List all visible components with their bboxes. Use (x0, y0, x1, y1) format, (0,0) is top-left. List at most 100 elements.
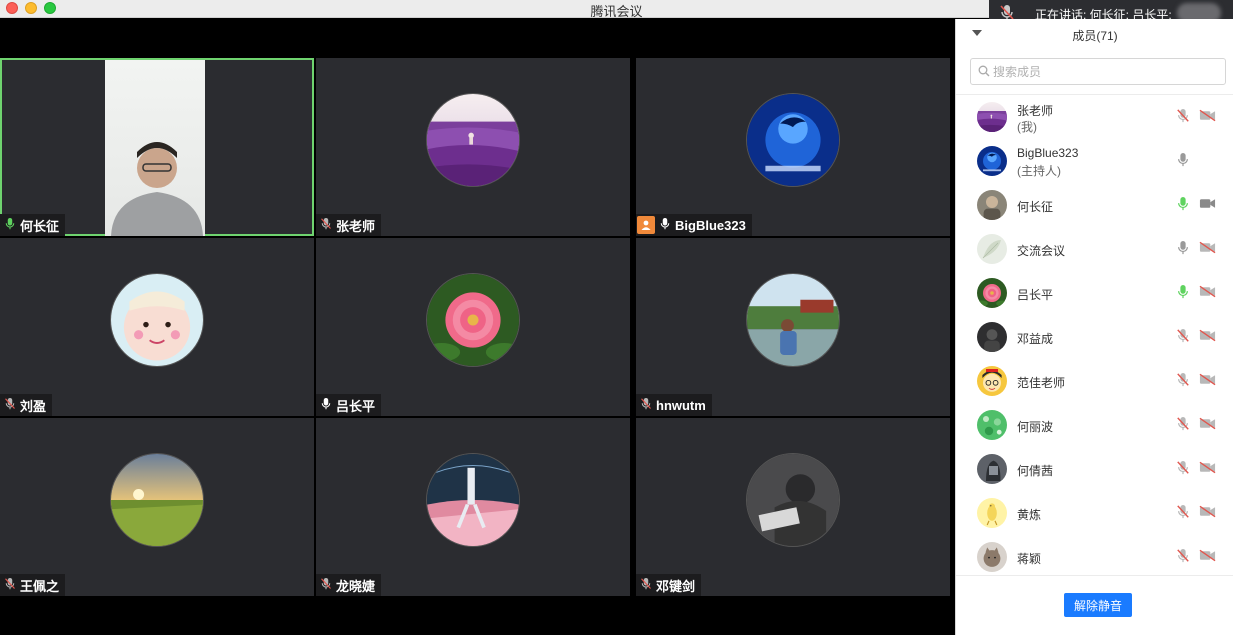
video-tile[interactable]: 张老师 (316, 58, 630, 236)
mic-muted-icon (640, 577, 652, 594)
camera-off-icon[interactable] (1199, 329, 1216, 345)
unmute-all-button[interactable]: 解除静音 (1064, 593, 1132, 617)
members-panel: 成员(71) 张老师 (我) BigBlue323 (主持人) 何长征交流会议吕长平邓益… (955, 19, 1233, 635)
participant-name-tag: 王佩之 (0, 574, 66, 596)
member-avatar (977, 410, 1007, 440)
member-row[interactable]: 蒋颖 (956, 535, 1233, 575)
participant-name-tag: 邓键剑 (636, 574, 702, 596)
mic-icon[interactable] (1176, 196, 1190, 215)
participant-name-tag: hnwutm (636, 394, 712, 416)
member-name: 何倩茜 (1017, 464, 1054, 478)
camera-off-icon[interactable] (1199, 373, 1216, 389)
member-avatar (977, 454, 1007, 484)
mic-muted-icon[interactable] (1176, 416, 1190, 435)
video-tile[interactable]: 刘盈 (0, 238, 314, 416)
member-name: 黄炼 (1017, 508, 1042, 522)
camera-off-icon[interactable] (1199, 461, 1216, 477)
member-avatar (977, 146, 1007, 176)
camera-off-icon[interactable] (1199, 285, 1216, 301)
member-name: 交流会议 (1017, 244, 1066, 258)
member-name: 邓益成 (1017, 332, 1054, 346)
video-tile[interactable]: 邓键剑 (636, 418, 950, 596)
participant-name: 张老师 (336, 218, 376, 234)
mic-muted-icon[interactable] (1176, 328, 1190, 347)
participant-name-tag: BigBlue323 (636, 214, 752, 236)
mic-muted-icon (320, 217, 332, 234)
member-row[interactable]: 吕长平 (956, 271, 1233, 315)
mic-muted-icon[interactable] (1176, 372, 1190, 391)
video-tile[interactable]: 吕长平 (316, 238, 630, 416)
mic-muted-icon[interactable] (1176, 504, 1190, 523)
participant-name: 吕长平 (336, 398, 376, 414)
member-row[interactable]: 交流会议 (956, 227, 1233, 271)
camera-feed (105, 60, 205, 236)
member-avatar (977, 322, 1007, 352)
video-tile[interactable]: BigBlue323 (636, 58, 950, 236)
participant-name: 何长征 (20, 218, 60, 234)
camera-off-icon[interactable] (1199, 417, 1216, 433)
participant-name-tag: 何长征 (0, 214, 66, 236)
mic-muted-icon[interactable] (1176, 108, 1190, 127)
mic-muted-icon (640, 397, 652, 414)
member-name: 范佳老师 (1017, 376, 1066, 390)
member-avatar (977, 498, 1007, 528)
mic-muted-icon (4, 397, 16, 414)
participant-name: BigBlue323 (675, 217, 746, 233)
member-row[interactable]: 黄炼 (956, 491, 1233, 535)
participant-avatar (110, 453, 204, 547)
member-avatar (977, 366, 1007, 396)
member-name: 吕长平 (1017, 288, 1054, 302)
video-tile[interactable]: 龙晓婕 (316, 418, 630, 596)
member-row[interactable]: 何长征 (956, 183, 1233, 227)
participant-avatar (426, 93, 520, 187)
member-row[interactable]: 何丽波 (956, 403, 1233, 447)
mic-icon[interactable] (1176, 152, 1190, 171)
member-row[interactable]: 范佳老师 (956, 359, 1233, 403)
mic-muted-icon[interactable] (1176, 548, 1190, 567)
video-tile[interactable]: hnwutm (636, 238, 950, 416)
mic-muted-icon[interactable] (1176, 460, 1190, 479)
participant-avatar (746, 273, 840, 367)
member-avatar (977, 190, 1007, 220)
mic-muted-icon (320, 577, 332, 594)
participant-name: hnwutm (656, 397, 706, 413)
member-row[interactable]: 张老师 (我) (956, 95, 1233, 139)
member-row[interactable]: 邓益成 (956, 315, 1233, 359)
mic-muted-icon (4, 577, 16, 594)
mic-icon (4, 217, 16, 234)
participant-avatar (746, 93, 840, 187)
members-header[interactable]: 成员(71) (956, 19, 1233, 49)
camera-off-icon[interactable] (1199, 505, 1216, 521)
participant-name: 邓键剑 (656, 578, 696, 594)
mic-icon[interactable] (1176, 284, 1190, 303)
participant-name-tag: 张老师 (316, 214, 382, 236)
participant-name: 王佩之 (20, 578, 60, 594)
member-list: 张老师 (我) BigBlue323 (主持人) 何长征交流会议吕长平邓益成范佳老师何丽… (956, 95, 1233, 575)
camera-off-icon[interactable] (1199, 109, 1216, 125)
participant-name-tag: 刘盈 (0, 394, 53, 416)
member-avatar (977, 278, 1007, 308)
divider (956, 575, 1233, 576)
participant-avatar (426, 273, 520, 367)
camera-off-icon[interactable] (1199, 241, 1216, 257)
participant-avatar (426, 453, 520, 547)
camera-off-icon[interactable] (1199, 549, 1216, 565)
participant-name: 刘盈 (20, 398, 47, 414)
video-grid: 何长征 张老师 BigBlue323 刘盈 吕长平 hnwutm 王佩之 龙晓婕 邓键剑 (0, 19, 955, 635)
member-name: 何丽波 (1017, 420, 1054, 434)
video-tile[interactable]: 王佩之 (0, 418, 314, 596)
member-avatar (977, 542, 1007, 572)
host-badge-icon (637, 216, 655, 234)
participant-name-tag: 龙晓婕 (316, 574, 382, 596)
member-row[interactable]: 何倩茜 (956, 447, 1233, 491)
participant-name: 龙晓婕 (336, 578, 376, 594)
video-tile[interactable]: 何长征 (0, 58, 314, 236)
member-search-box[interactable] (970, 58, 1226, 85)
member-search-input[interactable] (993, 63, 1213, 81)
member-name: BigBlue323 (1017, 146, 1079, 160)
member-role: (我) (1017, 120, 1037, 134)
camera-icon[interactable] (1199, 197, 1216, 213)
mic-icon[interactable] (1176, 240, 1190, 259)
member-name: 张老师 (1017, 104, 1054, 118)
member-row[interactable]: BigBlue323 (主持人) (956, 139, 1233, 183)
